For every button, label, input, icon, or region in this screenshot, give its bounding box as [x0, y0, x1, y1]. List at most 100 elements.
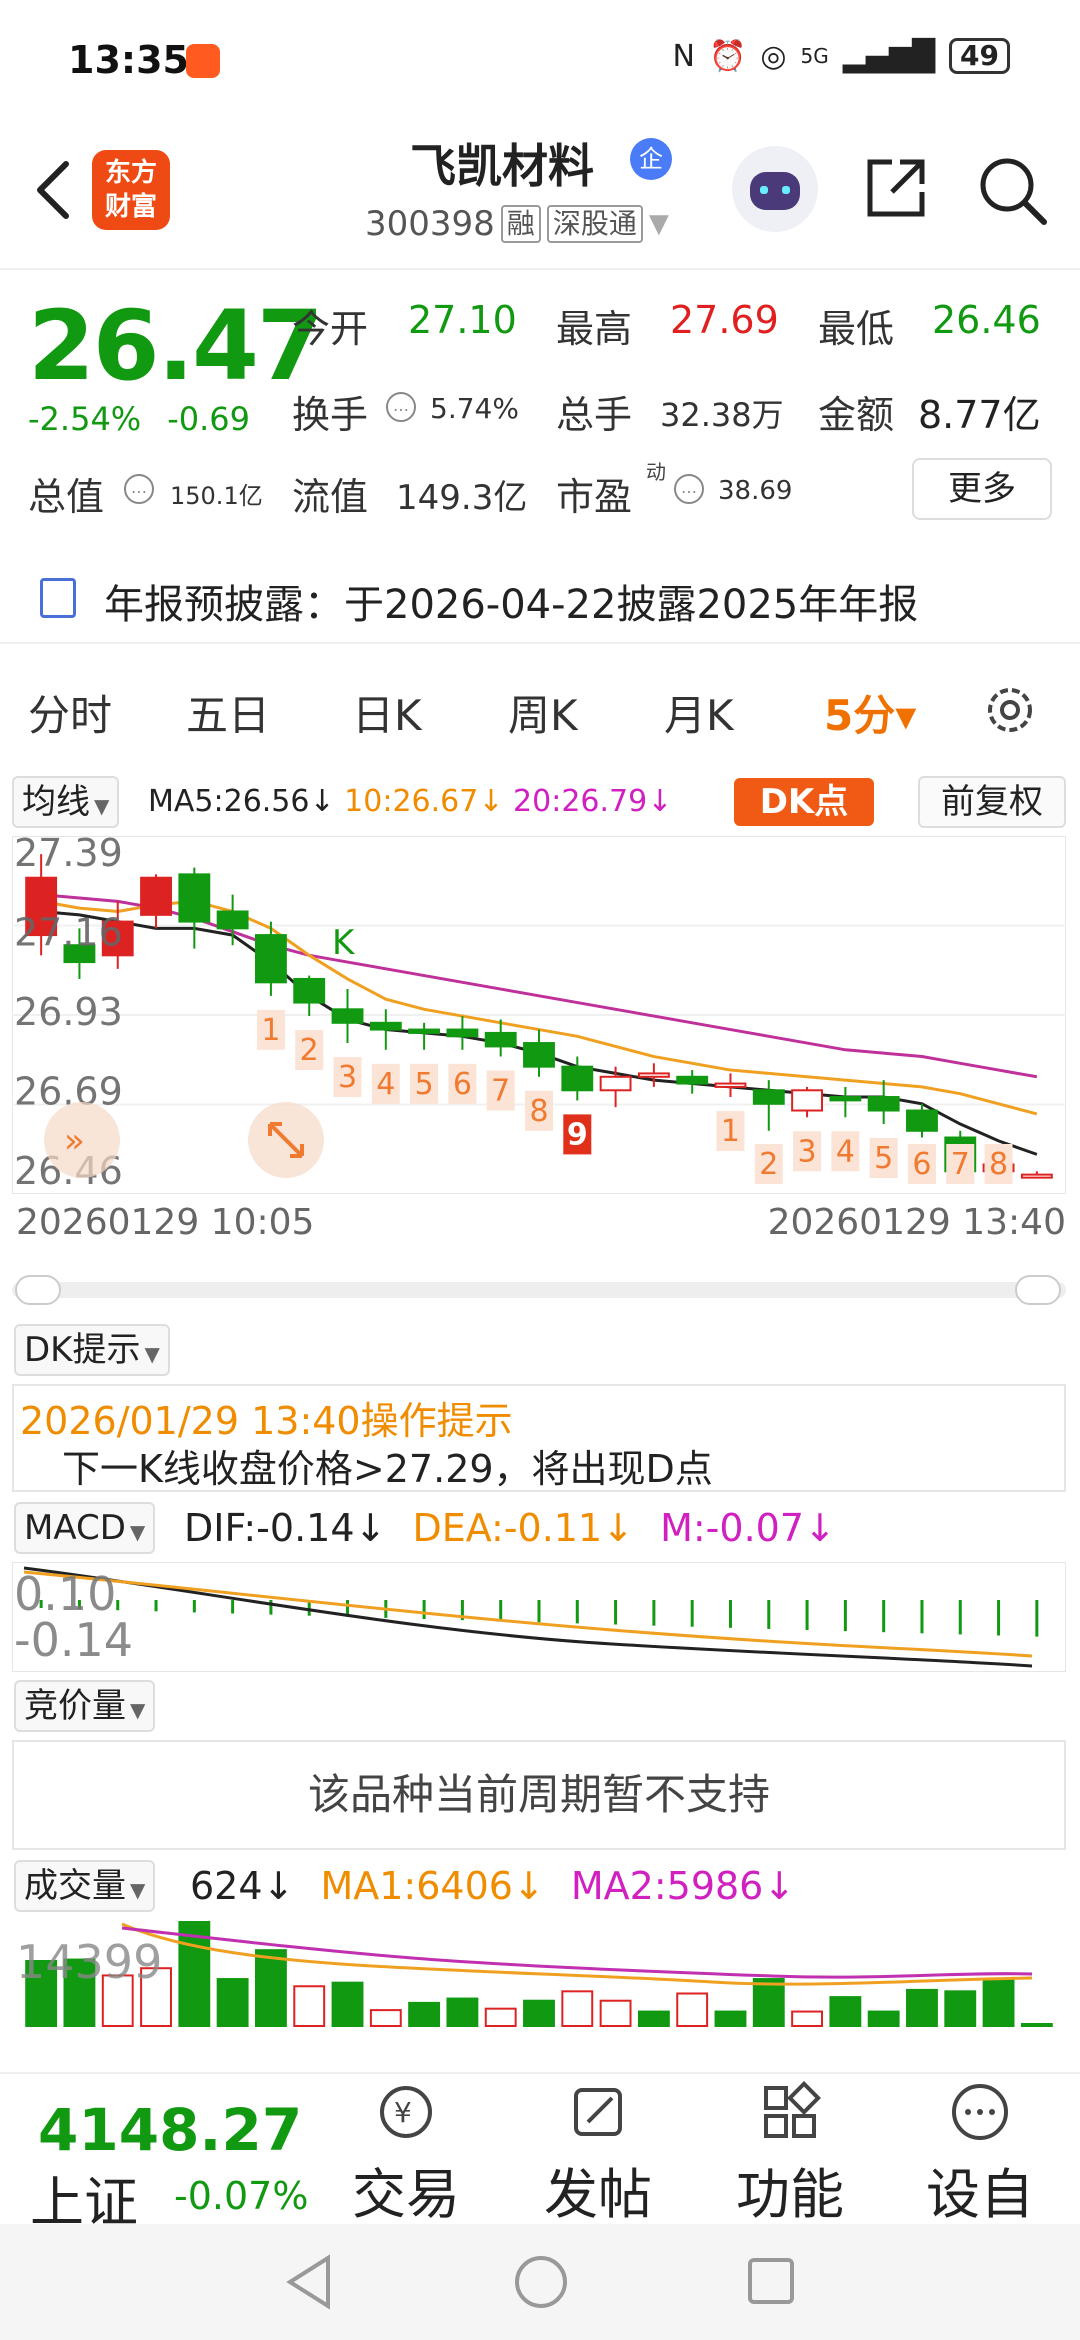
ma-dropdown[interactable]: 均线 ▼ [12, 776, 120, 828]
system-nav-bar [0, 2224, 1080, 2340]
volume-bar [523, 1999, 555, 2027]
more-button[interactable]: 更多 [912, 458, 1052, 520]
volume-bar [791, 2010, 824, 2027]
sequence-label: 2 [300, 1033, 319, 1068]
macd-y-bottom: -0.14 [14, 1613, 133, 1667]
volume-value: 32.38万 [660, 396, 784, 434]
info-icon[interactable]: … [124, 474, 154, 504]
volume-bar [331, 1981, 364, 2027]
candle [676, 1075, 709, 1085]
dk-point-button[interactable]: DK点 [734, 778, 874, 826]
kline-chart[interactable]: 12345678912345678 27.3927.1626.9326.6926… [12, 836, 1066, 1194]
turnover-label: 换手 [292, 393, 369, 437]
y-axis-label: 26.93 [14, 990, 123, 1034]
volume-bar [446, 1997, 479, 2027]
period-tabs: 分时 五日 日K 周K 月K 5分▾ [0, 660, 1080, 760]
volume-ma2: MA2:5986↓ [570, 1864, 796, 1908]
tab-weekly-k[interactable]: 周K [508, 682, 578, 743]
volume-bar [944, 1990, 977, 2027]
candle [599, 1075, 632, 1092]
candle [254, 934, 287, 984]
dif-value: DIF:-0.14↓ [184, 1506, 387, 1550]
ma10-value: 10:26.67↓ [344, 784, 504, 819]
status-icons: N ⏰ ◎ 5G ▂▄▆█ 49 [673, 38, 1010, 74]
volume-dropdown[interactable]: 成交量 ▼ [14, 1860, 156, 1912]
nav-functions[interactable]: 功能 [710, 2080, 870, 2226]
scroll-handle-left[interactable] [15, 1275, 61, 1305]
candle [446, 1028, 479, 1038]
tab-five-day[interactable]: 五日 [186, 682, 270, 743]
stock-header: 东方 财富 飞凯材料 企 300398 融 深股通 ▼ [0, 120, 1080, 270]
tab-monthly-k[interactable]: 月K [664, 682, 734, 743]
volume-ma1: MA1:6406↓ [320, 1864, 545, 1908]
index-value: 4148.27 [38, 2096, 303, 2164]
volume-chart[interactable]: 14399 [12, 1920, 1066, 2028]
kline-date-axis: 20260129 10:05 20260129 13:40 [0, 1202, 1080, 1252]
volume-current: 624↓ [190, 1864, 295, 1908]
more-circle-icon [952, 2084, 1008, 2140]
candle [523, 1042, 555, 1068]
announcement-bar[interactable]: 年报预披露：于2026-04-22披露2025年年报 [0, 548, 1080, 644]
info-icon[interactable]: … [674, 474, 704, 504]
tab-daily-k[interactable]: 日K [352, 682, 422, 743]
mcap-label: 总值 [28, 475, 105, 519]
macd-chart[interactable]: 0.10 -0.14 [12, 1562, 1066, 1672]
sequence-label: 5 [415, 1067, 434, 1102]
nav-home-icon[interactable] [512, 2252, 570, 2312]
back-icon[interactable] [24, 150, 84, 230]
stock-name[interactable]: 飞凯材料 [410, 130, 594, 196]
candle [561, 1065, 594, 1092]
candle [140, 876, 172, 916]
open-label: 今开 [292, 307, 369, 351]
info-icon[interactable]: … [386, 392, 416, 422]
nav-add-watchlist[interactable]: 设自选 [900, 2080, 1060, 2305]
candle [752, 1089, 785, 1105]
nav-recents-icon[interactable] [744, 2254, 798, 2310]
date-right: 20260129 13:40 [767, 1202, 1066, 1243]
dk-hint-dropdown[interactable]: DK提示 ▼ [14, 1324, 170, 1376]
ai-assistant-avatar[interactable] [732, 146, 818, 232]
volume-bar [484, 2007, 517, 2028]
app-logo[interactable]: 东方 财富 [92, 150, 170, 230]
tab-5min[interactable]: 5分▾ [824, 682, 916, 743]
stock-code-row[interactable]: 300398 融 深股通 ▼ [365, 204, 669, 244]
sequence-label: 3 [798, 1134, 817, 1169]
chart-scrollbar[interactable] [12, 1272, 1066, 1308]
expand-left-icon[interactable]: » [44, 1102, 120, 1178]
low-label: 最低 [818, 307, 895, 351]
volume-bar [676, 1992, 709, 2027]
gear-icon[interactable] [980, 680, 1040, 740]
share-icon[interactable] [860, 152, 932, 224]
svg-text:»: » [64, 1121, 85, 1161]
nav-post[interactable]: 发帖 [518, 2080, 678, 2226]
volume-bar [216, 1978, 249, 2027]
search-icon[interactable] [974, 152, 1050, 228]
tab-intraday[interactable]: 分时 [28, 682, 112, 743]
battery-icon: 49 [949, 38, 1010, 74]
candle [216, 910, 249, 930]
pe-dynamic-sup: 动 [646, 460, 666, 484]
adjust-button[interactable]: 前复权 [918, 776, 1066, 828]
candle [637, 1072, 670, 1078]
scroll-handle-right[interactable] [1015, 1275, 1061, 1305]
sequence-label: 3 [338, 1060, 357, 1095]
current-price: 26.47 [28, 290, 324, 402]
price-change: -2.54% -0.69 [28, 400, 250, 438]
alarm-icon: ⏰ [708, 38, 747, 74]
signal-bars-icon: ▂▄▆█ [842, 38, 936, 74]
index-change: -0.07% [174, 2174, 309, 2218]
bid-volume-dropdown[interactable]: 竞价量 ▼ [14, 1680, 156, 1732]
volume-bar [829, 1996, 862, 2028]
candle [293, 977, 326, 1004]
nav-trade[interactable]: ¥ 交易 [326, 2080, 486, 2226]
stock-code: 300398 [365, 204, 495, 244]
nav-back-icon[interactable] [282, 2252, 336, 2312]
candle [331, 1008, 364, 1024]
amount-value: 8.77亿 [918, 393, 1041, 437]
volume-bar [408, 2001, 441, 2027]
macd-dropdown[interactable]: MACD ▼ [14, 1502, 156, 1554]
fullscreen-icon[interactable] [248, 1102, 324, 1178]
bottom-bar: 4148.27 上证 -0.07% ¥ 交易 发帖 功能 设自选 [0, 2072, 1080, 2305]
document-icon [40, 578, 76, 618]
candle [714, 1082, 747, 1088]
